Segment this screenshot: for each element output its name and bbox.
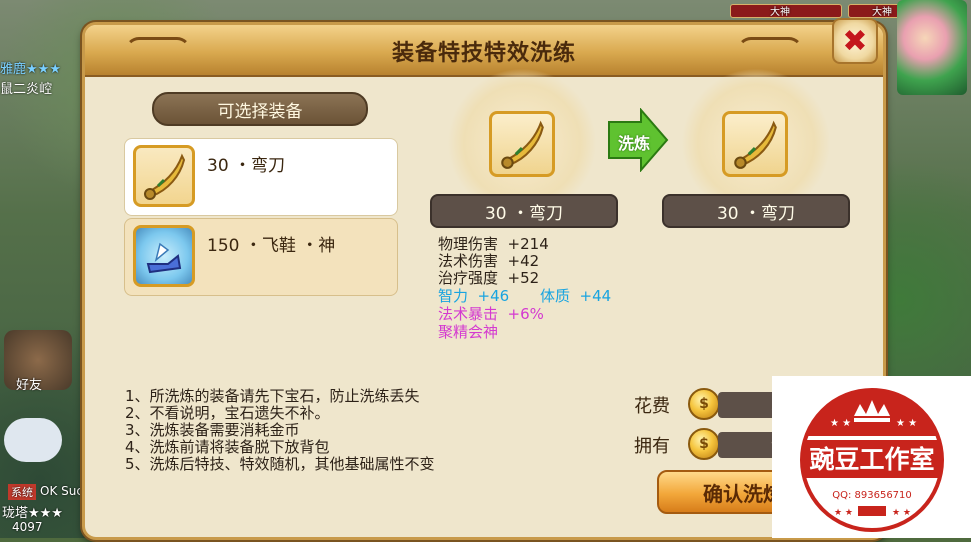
stat-int: 智力 +46 — [438, 287, 510, 305]
stat-crit: 法术暴击 +6% — [438, 305, 544, 323]
chat-bubble-icon[interactable] — [4, 418, 62, 462]
svg-text:★ ★: ★ ★ — [896, 418, 917, 429]
before-equipment-name: 30 ・弯刀 — [430, 194, 618, 228]
note-line: 1、所洗炼的装备请先下宝石，防止洗练丢失 — [125, 388, 420, 405]
top-bar-label-2: 大神 — [872, 7, 892, 18]
character-portrait[interactable] — [897, 0, 967, 95]
bottom-number: 4097 — [12, 520, 43, 534]
equipment-item-label: 150 ・飞鞋 ・神 — [207, 236, 336, 256]
equipment-list-header: 可选择装备 — [152, 92, 368, 126]
svg-text:QQ: 893656710: QQ: 893656710 — [832, 490, 912, 501]
gold-coin-icon: $ — [688, 428, 720, 460]
friends-label: 好友 — [16, 378, 43, 393]
own-label: 拥有 — [634, 436, 670, 457]
note-line: 4、洗炼前请将装备脱下放背包 — [125, 438, 330, 456]
winged-boots-icon — [133, 225, 195, 287]
equipment-item-label: 30 ・弯刀 — [207, 156, 286, 176]
bottom-player-name: 珑塔★★★ — [2, 506, 63, 521]
equipment-item-boots[interactable]: 150 ・飞鞋 ・神 — [124, 218, 398, 296]
confirm-refine-button[interactable]: 确认洗炼 — [657, 470, 787, 514]
stat-magic-dmg: 法术伤害 +42 — [438, 252, 540, 270]
after-equipment-name: 30 ・弯刀 — [662, 194, 850, 228]
svg-text:★ ★: ★ ★ — [830, 418, 851, 429]
refine-arrow-label: 洗炼 — [617, 134, 650, 153]
dialog-title: 装备特技特效洗练 — [391, 41, 576, 66]
stat-special: 聚精会神 — [438, 323, 499, 341]
top-bar-label-1: 大神 — [770, 7, 790, 18]
x-close-icon: ✖ — [842, 23, 868, 59]
studio-seal-logo: ★ ★ ★ ★ 豌豆工作室 QQ: 893656710 ★ ★ ★ ★ — [800, 388, 944, 532]
chat-line: OK Suc — [40, 484, 83, 498]
cost-label: 花费 — [634, 396, 670, 417]
chat-channel-tag: 系统 — [8, 484, 36, 500]
svg-text:豌豆工作室: 豌豆工作室 — [809, 445, 934, 474]
stat-phys-dmg: 物理伤害 +214 — [438, 235, 549, 253]
note-line: 5、洗炼后特技、特效随机，其他基础属性不变 — [125, 455, 435, 473]
instructions-text: 1、所洗炼的装备请先下宝石，防止洗练丢失 2、不看说明，宝石遗失不补。 3、洗炼… — [125, 388, 475, 472]
stat-heal: 治疗强度 +52 — [438, 269, 540, 287]
stat-con: 体质 +44 — [540, 287, 612, 305]
note-line: 2、不看说明，宝石遗失不补。 — [125, 404, 330, 422]
equipment-item-blade[interactable]: 30 ・弯刀 — [124, 138, 398, 216]
curved-blade-icon — [722, 111, 788, 177]
close-button[interactable]: ✖ — [832, 18, 878, 64]
note-line: 3、洗炼装备需要消耗金币 — [125, 421, 300, 439]
svg-text:★ ★: ★ ★ — [892, 508, 911, 518]
curved-blade-icon — [489, 111, 555, 177]
friends-button[interactable]: 好友 — [4, 330, 72, 393]
player-sub-top-left: 鼠二炎崆 — [0, 82, 53, 97]
studio-watermark: ★ ★ ★ ★ 豌豆工作室 QQ: 893656710 ★ ★ ★ ★ — [772, 376, 971, 538]
svg-text:★ ★: ★ ★ — [834, 508, 853, 518]
gold-coin-icon: $ — [688, 388, 720, 420]
player-name-top-left: 雅鹿★★★ — [0, 62, 61, 77]
curved-blade-icon — [133, 145, 195, 207]
